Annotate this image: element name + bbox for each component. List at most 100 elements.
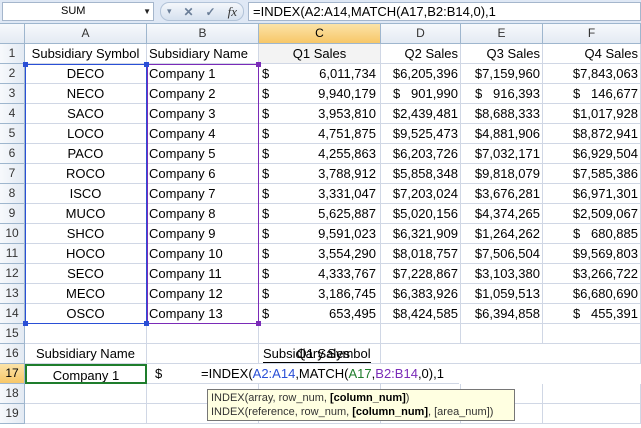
row-header-6[interactable]: 6 [0,144,25,164]
cell-a6[interactable]: PACO [25,144,147,164]
cell-b11[interactable]: Company 10 [147,244,259,264]
cell-e8[interactable]: $3,676,281 [461,184,543,204]
tooltip-line-1[interactable]: INDEX(array, row_num, [column_num]) [211,391,511,405]
cell-e4[interactable]: $8,688,333 [461,104,543,124]
cell-d12[interactable]: $7,228,867 [381,264,461,284]
cell-e12[interactable]: $3,103,380 [461,264,543,284]
chevron-down-icon[interactable]: ▼ [143,3,151,20]
cell-d16[interactable]: Subsidiary Symbol [263,344,543,364]
column-header-b[interactable]: B [147,24,259,44]
cell-d2[interactable]: $6,205,396 [381,64,461,84]
cell-f2[interactable]: $7,843,063 [543,64,641,84]
cell-f11[interactable]: $9,569,803 [543,244,641,264]
header-cell-a[interactable]: Subsidiary Symbol [25,44,147,64]
cell-b7[interactable]: Company 6 [147,164,259,184]
cell-c10[interactable]: $9,591,023 [259,224,381,244]
cell-d13[interactable]: $6,383,926 [381,284,461,304]
enter-icon[interactable]: ✓ [206,5,216,19]
cell-a18[interactable] [25,384,147,404]
cell-b16[interactable] [147,344,259,364]
cell-c17[interactable]: =INDEX(A2:A14,MATCH(A17,B2:B14,0),1 [199,364,459,384]
cell-b6[interactable]: Company 5 [147,144,259,164]
cell-d6[interactable]: $6,203,726 [381,144,461,164]
cell-f5[interactable]: $8,872,941 [543,124,641,144]
header-cell-f[interactable]: Q4 Sales [543,44,641,64]
cell-e14[interactable]: $6,394,858 [461,304,543,324]
cell-f10[interactable]: $ 680,885 [543,224,641,244]
cell-c8[interactable]: $3,331,047 [259,184,381,204]
cell-b9[interactable]: Company 8 [147,204,259,224]
row-header-4[interactable]: 4 [0,104,25,124]
cell-b12[interactable]: Company 11 [147,264,259,284]
cell-e9[interactable]: $4,374,265 [461,204,543,224]
range-resize-handle[interactable] [144,321,149,326]
cell-a10[interactable]: SHCO [25,224,147,244]
cell-f4[interactable]: $1,017,928 [543,104,641,124]
row-header-17[interactable]: 17 [0,364,25,384]
cell-e2[interactable]: $7,159,960 [461,64,543,84]
cell-e7[interactable]: $9,818,079 [461,164,543,184]
name-box[interactable]: SUM ▼ [2,2,154,21]
cell-c13[interactable]: $3,186,745 [259,284,381,304]
cell-c3[interactable]: $9,940,179 [259,84,381,104]
cell-a16[interactable]: Subsidiary Name [25,344,147,364]
range-resize-handle[interactable] [144,62,149,67]
column-header-e[interactable]: E [461,24,543,44]
row-header-8[interactable]: 8 [0,184,25,204]
cell-c14[interactable]: $653,495 [259,304,381,324]
row-header-14[interactable]: 14 [0,304,25,324]
cell-a12[interactable]: SECO [25,264,147,284]
row-header-1[interactable]: 1 [0,44,25,64]
row-header-7[interactable]: 7 [0,164,25,184]
cell-a17[interactable]: Company 1 [25,364,147,384]
cell-f15[interactable] [543,324,641,344]
cell-f19[interactable] [543,404,641,424]
header-cell-c[interactable]: Q1 Sales [259,44,381,64]
cell-f12[interactable]: $3,266,722 [543,264,641,284]
header-cell-d[interactable]: Q2 Sales [381,44,461,64]
cell-a14[interactable]: OSCO [25,304,147,324]
row-header-5[interactable]: 5 [0,124,25,144]
column-header-a[interactable]: A [25,24,147,44]
cell-a9[interactable]: MUCO [25,204,147,224]
row-header-10[interactable]: 10 [0,224,25,244]
range-resize-handle[interactable] [23,321,28,326]
cell-f9[interactable]: $2,509,067 [543,204,641,224]
row-header-3[interactable]: 3 [0,84,25,104]
cell-d15[interactable] [381,324,461,344]
cell-e10[interactable]: $1,264,262 [461,224,543,244]
row-header-15[interactable]: 15 [0,324,25,344]
cell-a5[interactable]: LOCO [25,124,147,144]
cell-c6[interactable]: $4,255,863 [259,144,381,164]
tooltip-line-2[interactable]: INDEX(reference, row_num, [column_num], … [211,405,511,419]
row-header-18[interactable]: 18 [0,384,25,404]
cell-d4[interactable]: $2,439,481 [381,104,461,124]
cell-b14[interactable]: Company 13 [147,304,259,324]
cell-c9[interactable]: $5,625,887 [259,204,381,224]
cell-f7[interactable]: $7,585,386 [543,164,641,184]
cancel-icon[interactable]: ✕ [184,5,194,19]
row-header-13[interactable]: 13 [0,284,25,304]
cell-d10[interactable]: $6,321,909 [381,224,461,244]
insert-function-icon[interactable]: fx [228,4,237,20]
cell-d7[interactable]: $5,858,348 [381,164,461,184]
cell-f13[interactable]: $6,680,690 [543,284,641,304]
cell-a8[interactable]: ISCO [25,184,147,204]
range-resize-handle[interactable] [256,321,261,326]
row-header-11[interactable]: 11 [0,244,25,264]
cell-f16[interactable] [543,344,641,364]
cell-a11[interactable]: HOCO [25,244,147,264]
header-cell-b[interactable]: Subsidiary Name [147,44,259,64]
cell-f3[interactable]: $ 146,677 [543,84,641,104]
cell-b10[interactable]: Company 9 [147,224,259,244]
row-header-12[interactable]: 12 [0,264,25,284]
cell-a3[interactable]: NECO [25,84,147,104]
column-header-d[interactable]: D [381,24,461,44]
cell-e3[interactable]: $ 916,393 [461,84,543,104]
cell-b8[interactable]: Company 7 [147,184,259,204]
column-header-c[interactable]: C [259,24,381,44]
cell-f18[interactable] [543,384,641,404]
range-resize-handle[interactable] [23,62,28,67]
cell-f8[interactable]: $6,971,301 [543,184,641,204]
cell-d5[interactable]: $9,525,473 [381,124,461,144]
